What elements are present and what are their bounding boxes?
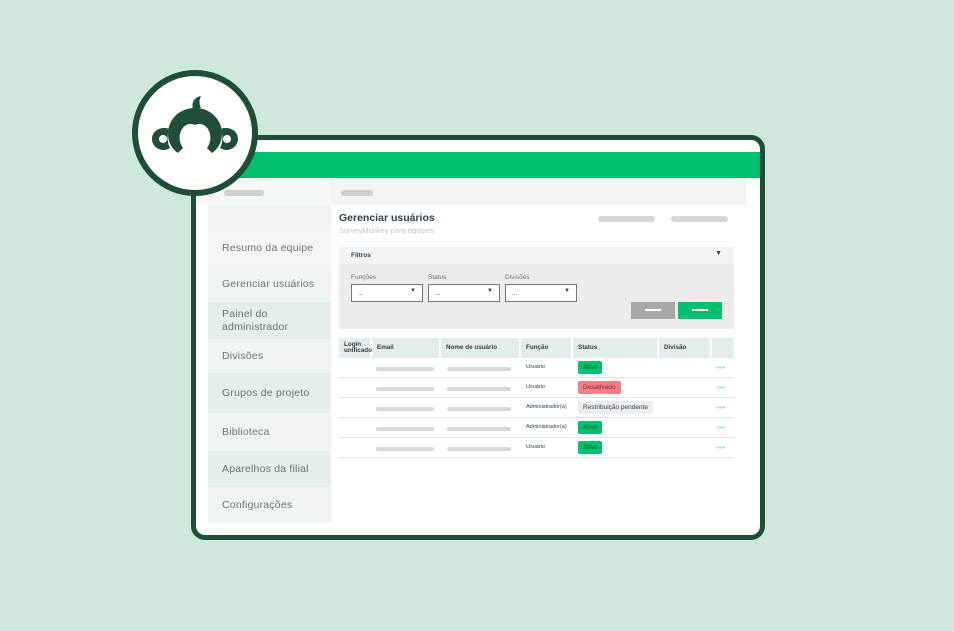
- status-badge: Ativo: [578, 441, 603, 454]
- main-header: [331, 178, 746, 205]
- table-header: Login unificado Email Nome de usuário Fu…: [339, 338, 734, 358]
- sidebar-item-aparelhos-da-filial[interactable]: Aparelhos da filial: [208, 451, 331, 487]
- email-placeholder: [376, 447, 434, 451]
- placeholder-bar: [341, 190, 373, 196]
- filter-value: ...: [358, 289, 364, 297]
- table-row[interactable]: Usuário Ativo •••: [339, 438, 734, 458]
- sidebar-item-label: Divisões: [222, 349, 264, 362]
- sidebar-item-label: Grupos de projeto: [222, 386, 310, 399]
- username-placeholder: [447, 387, 511, 391]
- username-placeholder: [447, 367, 511, 371]
- table-row[interactable]: Administrador(a) Restribuição pendente •…: [339, 398, 734, 418]
- chevron-down-icon: ▼: [715, 250, 722, 257]
- top-bar: [196, 152, 760, 178]
- column-header-status[interactable]: Status: [573, 338, 659, 358]
- sidebar-item-divisoes[interactable]: Divisões: [208, 339, 331, 373]
- sidebar-item-label: Aparelhos da filial: [222, 462, 309, 475]
- username-placeholder: [447, 447, 511, 451]
- filter-select-funcoes[interactable]: ... ▼: [351, 284, 423, 302]
- filter-select-divisoes[interactable]: ... ▼: [505, 284, 577, 302]
- sidebar-item-resumo-da-equipe[interactable]: Resumo da equipe: [208, 230, 331, 266]
- email-placeholder: [376, 427, 434, 431]
- sidebar-item-label: Configurações: [222, 498, 293, 511]
- filter-select-status[interactable]: ... ▼: [428, 284, 500, 302]
- sidebar-item-grupos-de-projeto[interactable]: Grupos de projeto: [208, 373, 331, 413]
- status-badge: Ativo: [578, 421, 603, 434]
- table-row[interactable]: Administrador(a) Ativo •••: [339, 418, 734, 438]
- sidebar: Resumo da equipe Gerenciar usuários Pain…: [208, 205, 331, 523]
- chevron-down-icon: ▼: [410, 288, 416, 294]
- more-dots-icon[interactable]: •••: [717, 383, 725, 392]
- status-badge: Restribuição pendente: [578, 401, 654, 414]
- email-placeholder: [376, 407, 434, 411]
- more-dots-icon[interactable]: •••: [717, 423, 725, 432]
- table-row[interactable]: Usuário Desativado •••: [339, 378, 734, 398]
- username-placeholder: [447, 407, 511, 411]
- sidebar-item-painel-do-administrador[interactable]: Painel do administrador: [208, 302, 331, 339]
- username-placeholder: [447, 427, 511, 431]
- column-header-login[interactable]: Login unificado: [339, 338, 372, 358]
- page-subtitle: SurveyMonkey para equipes: [339, 226, 435, 235]
- role-text: Usuário: [526, 444, 545, 450]
- column-header-nome[interactable]: Nome de usuário: [441, 338, 521, 358]
- role-text: Usuário: [526, 364, 545, 370]
- page-title: Gerenciar usuários: [339, 212, 435, 224]
- header-placeholder: [598, 216, 655, 222]
- status-badge: Ativo: [578, 361, 603, 374]
- sidebar-item-label: Painel do administrador: [222, 307, 289, 333]
- filter-label-divisoes: Divisões: [505, 274, 530, 281]
- app-window: Resumo da equipe Gerenciar usuários Pain…: [191, 135, 765, 540]
- filters-toggle[interactable]: Filtros ▼: [339, 247, 734, 264]
- filter-value: ...: [435, 289, 441, 297]
- more-dots-icon[interactable]: •••: [717, 443, 725, 452]
- filters-panel: Funções ... ▼ Status ... ▼ Divisões ... …: [339, 264, 734, 329]
- column-header-divisao[interactable]: Divisão: [659, 338, 712, 358]
- sidebar-item-biblioteca[interactable]: Biblioteca: [208, 413, 331, 451]
- email-placeholder: [376, 387, 434, 391]
- sidebar-item-label: Resumo da equipe: [222, 241, 314, 254]
- placeholder-bar: [224, 190, 264, 196]
- more-dots-icon[interactable]: •••: [717, 403, 725, 412]
- sidebar-item-label: Biblioteca: [222, 425, 270, 438]
- email-placeholder: [376, 367, 434, 371]
- sidebar-item-configuracoes[interactable]: Configurações: [208, 487, 331, 523]
- role-text: Usuário: [526, 384, 545, 390]
- sidebar-item-gerenciar-usuarios[interactable]: Gerenciar usuários: [208, 266, 331, 302]
- chevron-down-icon: ▼: [487, 288, 493, 294]
- header-placeholder: [671, 216, 728, 222]
- role-text: Administrador(a): [526, 404, 567, 410]
- column-header-email[interactable]: Email: [372, 338, 441, 358]
- column-header-funcao[interactable]: Função: [521, 338, 573, 358]
- filter-value: ...: [512, 289, 518, 297]
- surveymonkey-logo-icon: [132, 70, 258, 196]
- more-dots-icon[interactable]: •••: [717, 363, 725, 372]
- chevron-down-icon: ▼: [564, 288, 570, 294]
- apply-filters-button[interactable]: [678, 302, 722, 319]
- table-row[interactable]: Usuário Ativo •••: [339, 358, 734, 378]
- filters-title: Filtros: [351, 252, 371, 259]
- button-placeholder: [692, 309, 708, 311]
- filter-label-funcoes: Funções: [351, 274, 376, 281]
- button-placeholder: [645, 309, 661, 311]
- role-text: Administrador(a): [526, 424, 567, 430]
- clear-filters-button[interactable]: [631, 302, 675, 319]
- filter-label-status: Status: [428, 274, 447, 281]
- status-badge: Desativado: [578, 381, 621, 394]
- sidebar-item-label: Gerenciar usuários: [222, 277, 315, 290]
